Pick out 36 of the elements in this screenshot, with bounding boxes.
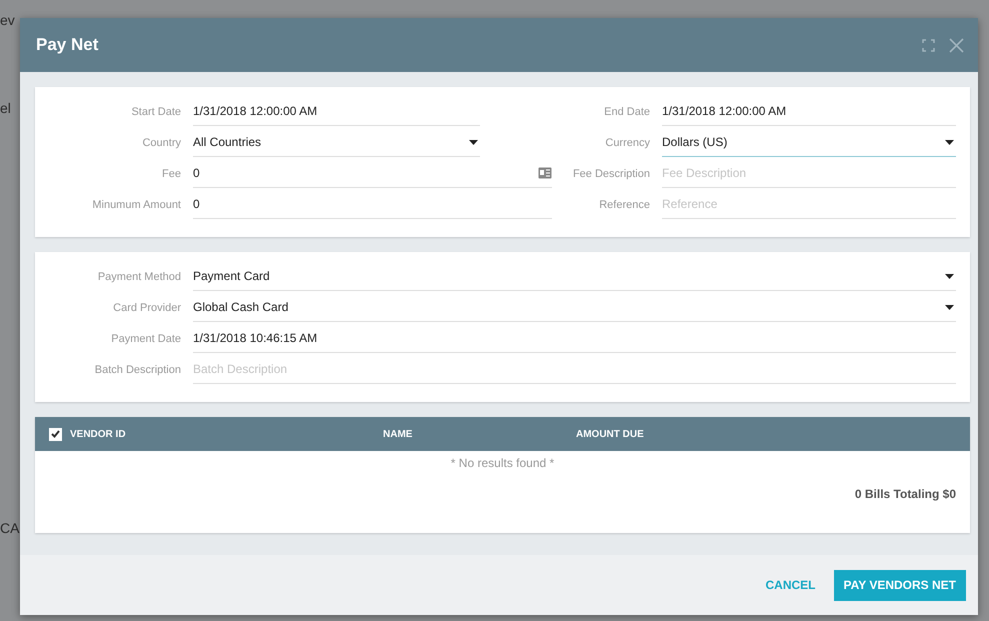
field-label: Fee Description — [572, 168, 651, 182]
dropdown-field[interactable]: Dollars (US) — [662, 128, 956, 157]
input-field[interactable]: 1/31/2018 12:00:00 AM — [662, 97, 956, 126]
dropdown-caret-icon[interactable] — [469, 140, 478, 144]
field-label: Minumum Amount — [91, 199, 182, 213]
field-label: Payment Date — [110, 333, 182, 347]
dropdown-caret-icon[interactable] — [945, 304, 954, 310]
dropdown-field[interactable]: Payment Card — [193, 262, 956, 291]
input-field[interactable]: 1/31/2018 10:46:15 AM — [193, 324, 956, 353]
field-label: Payment Method — [96, 271, 182, 285]
background-text: ev — [0, 12, 15, 28]
bills-total: 0 Bills Totaling $0 — [854, 487, 956, 501]
column-header[interactable]: VENDOR ID — [70, 428, 383, 440]
dropdown-caret-icon[interactable] — [945, 274, 954, 278]
field-label: Currency — [604, 137, 651, 151]
contact-card-icon[interactable] — [538, 167, 552, 179]
select-all-checkbox[interactable] — [49, 428, 62, 440]
dropdown-field[interactable]: All Countries — [193, 128, 480, 157]
dropdown-caret-icon[interactable] — [945, 140, 954, 144]
input-field[interactable]: 0 — [193, 190, 552, 219]
input-field[interactable]: 0 — [193, 159, 552, 188]
empty-message: * No results found * — [450, 456, 554, 470]
dropdown-field[interactable]: Global Cash Card — [193, 293, 956, 322]
field-label: End Date — [603, 106, 651, 120]
column-header[interactable]: NAME — [383, 428, 576, 440]
field-label: Batch Description — [94, 364, 182, 378]
field-label: Reference — [598, 199, 651, 213]
column-header[interactable]: AMOUNT DUE — [576, 428, 776, 440]
dialog-title: Pay Net — [36, 35, 100, 55]
input-field[interactable]: 1/31/2018 12:00:00 AM — [193, 97, 480, 126]
field-label: Fee — [161, 168, 182, 182]
field-label: Card Provider — [112, 302, 182, 316]
field-label: Country — [141, 137, 182, 151]
field-label: Start Date — [130, 106, 182, 120]
background-text: CA — [0, 520, 20, 536]
background-text: el — [0, 100, 11, 116]
